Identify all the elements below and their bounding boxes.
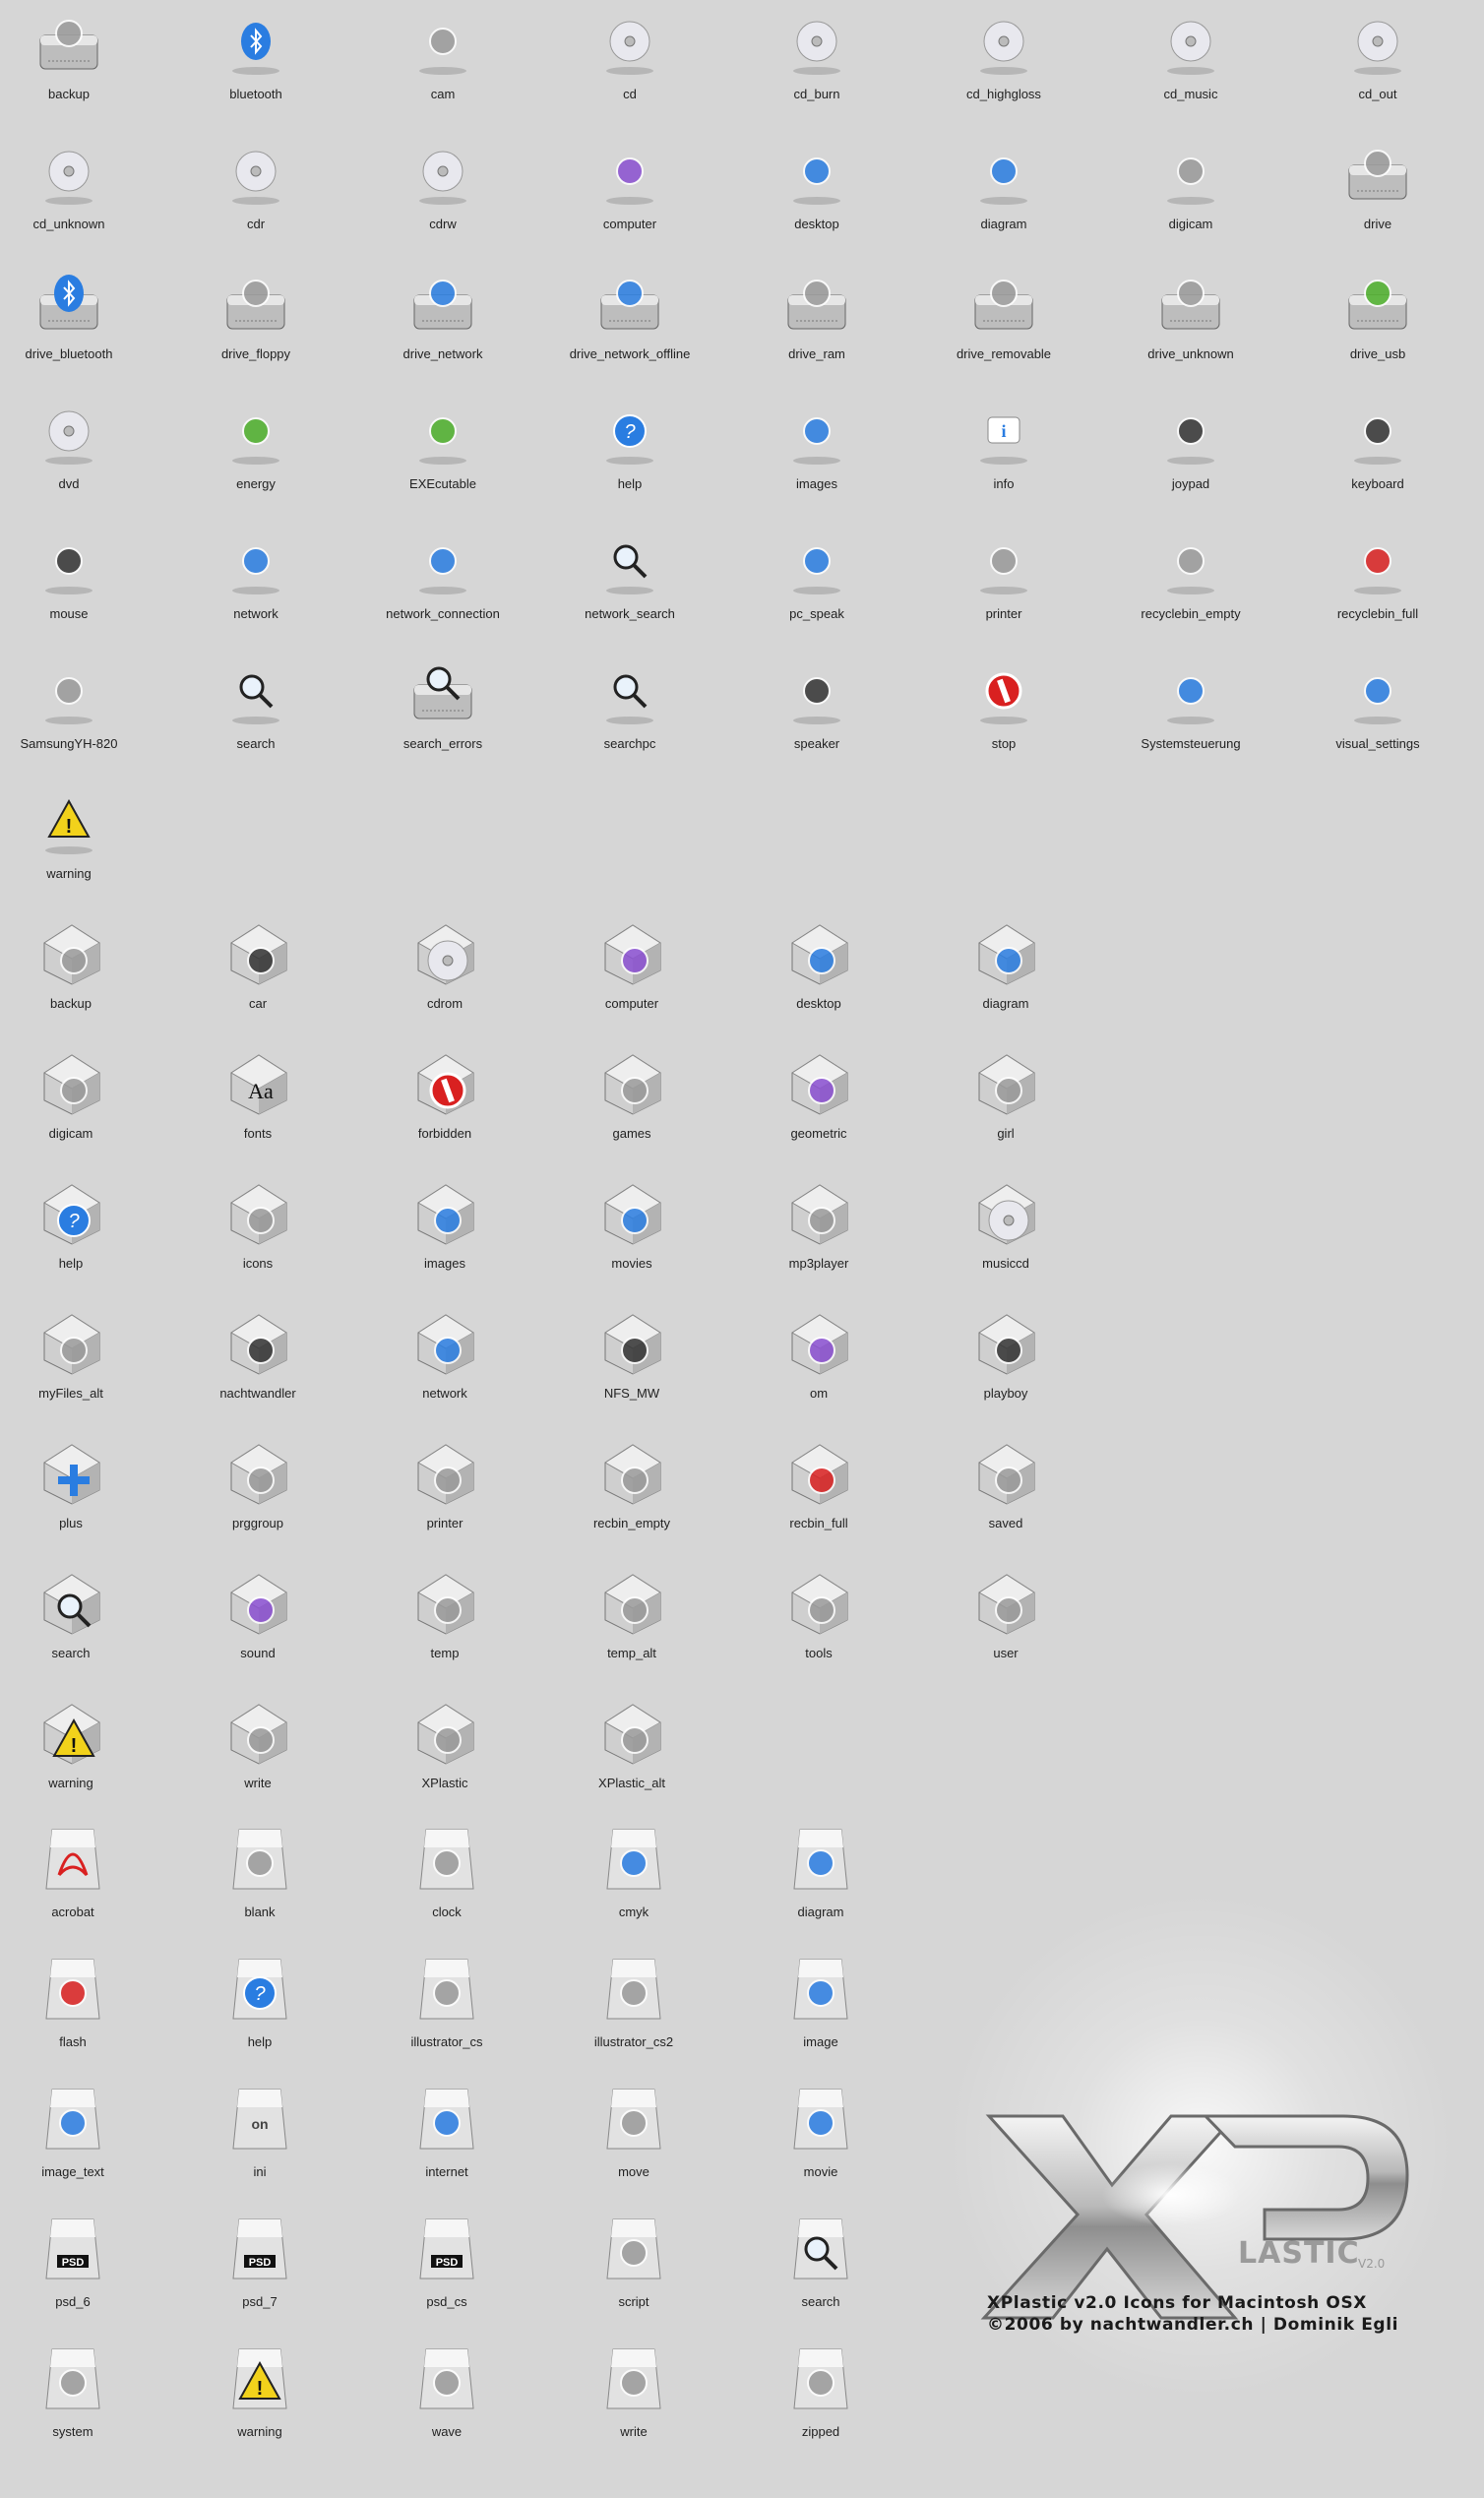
internet-icon: [410, 2084, 483, 2156]
flash-icon: [36, 1954, 109, 2027]
movie-icon: [784, 2084, 857, 2156]
file-item[interactable]: image_text: [0, 2080, 159, 2202]
file-item[interactable]: clock: [360, 1820, 533, 1942]
file-label: illustrator_cs2: [593, 2034, 674, 2049]
file-item[interactable]: image: [734, 1950, 907, 2072]
zipped-icon: [784, 2343, 857, 2416]
file-label: clock: [432, 1905, 462, 1919]
search-icon: [784, 2214, 857, 2286]
file-label: warning: [237, 2424, 282, 2439]
file-item[interactable]: write: [547, 2340, 720, 2462]
file-item[interactable]: cmyk: [547, 1820, 720, 1942]
file-item[interactable]: blank: [173, 1820, 346, 1942]
svg-text:?: ?: [254, 1983, 266, 2005]
file-label: acrobat: [51, 1905, 94, 1919]
file-label: move: [618, 2164, 649, 2179]
file-item[interactable]: ? help: [173, 1950, 346, 2072]
image-text-icon: [36, 2084, 109, 2156]
file-item[interactable]: wave: [360, 2340, 533, 2462]
file-label: psd_7: [242, 2294, 278, 2309]
file-label: script: [618, 2294, 649, 2309]
file-item[interactable]: PSD psd_6: [0, 2210, 159, 2332]
file-label: blank: [244, 1905, 276, 1919]
file-label: psd_cs: [426, 2294, 467, 2309]
file-item[interactable]: diagram: [734, 1820, 907, 1942]
xplastic-logo: [980, 2114, 1409, 2320]
file-label: write: [620, 2424, 648, 2439]
file-item[interactable]: on ini: [173, 2080, 346, 2202]
file-item[interactable]: script: [547, 2210, 720, 2332]
system-icon: [36, 2343, 109, 2416]
illustrator-cs-icon: [410, 1954, 483, 2027]
write-icon: [597, 2343, 670, 2416]
file-item[interactable]: PSD psd_7: [173, 2210, 346, 2332]
wave-icon: [410, 2343, 483, 2416]
file-label: zipped: [801, 2424, 840, 2439]
svg-text:PSD: PSD: [436, 2257, 459, 2269]
file-item[interactable]: PSD psd_cs: [360, 2210, 533, 2332]
psd-cs-icon: PSD: [410, 2214, 483, 2286]
file-label: internet: [425, 2164, 468, 2179]
file-item[interactable]: zipped: [734, 2340, 907, 2462]
brand-credit: ©2006 by nachtwandler.ch | Dominik Egli: [987, 2315, 1399, 2335]
logo-version: V2.0: [1358, 2257, 1386, 2271]
file-label: cmyk: [618, 1905, 649, 1919]
file-item[interactable]: system: [0, 2340, 159, 2462]
file-label: diagram: [797, 1905, 844, 1919]
file-item[interactable]: acrobat: [0, 1820, 159, 1942]
file-label: image: [803, 2034, 838, 2049]
file-item[interactable]: illustrator_cs: [360, 1950, 533, 2072]
brand-title: XPlastic v2.0 Icons for Macintosh OSX: [987, 2293, 1367, 2313]
svg-text:PSD: PSD: [62, 2257, 85, 2269]
file-label: wave: [431, 2424, 463, 2439]
clock-icon: [410, 1824, 483, 1897]
illustrator-cs2-icon: [597, 1954, 670, 2027]
file-item[interactable]: movie: [734, 2080, 907, 2202]
psd-7-icon: PSD: [223, 2214, 296, 2286]
ini-icon: on: [223, 2084, 296, 2156]
help-icon: ?: [223, 1954, 296, 2027]
psd-6-icon: PSD: [36, 2214, 109, 2286]
svg-text:!: !: [257, 2378, 264, 2400]
file-item[interactable]: flash: [0, 1950, 159, 2072]
file-item[interactable]: ! warning: [173, 2340, 346, 2462]
blank-icon: [223, 1824, 296, 1897]
file-label: psd_6: [55, 2294, 91, 2309]
acrobat-icon: [36, 1824, 109, 1897]
file-label: flash: [59, 2034, 87, 2049]
svg-text:PSD: PSD: [249, 2257, 272, 2269]
file-label: movie: [803, 2164, 838, 2179]
warning-icon: !: [223, 2343, 296, 2416]
move-icon: [597, 2084, 670, 2156]
file-label: search: [801, 2294, 840, 2309]
file-item[interactable]: search: [734, 2210, 907, 2332]
file-label: system: [52, 2424, 93, 2439]
script-icon: [597, 2214, 670, 2286]
file-label: illustrator_cs: [410, 2034, 483, 2049]
file-item[interactable]: internet: [360, 2080, 533, 2202]
file-label: ini: [253, 2164, 267, 2179]
svg-text:on: on: [251, 2116, 268, 2132]
file-label: image_text: [41, 2164, 104, 2179]
image-icon: [784, 1954, 857, 2027]
file-label: help: [247, 2034, 273, 2049]
diagram-icon: [784, 1824, 857, 1897]
cmyk-icon: [597, 1824, 670, 1897]
file-item[interactable]: move: [547, 2080, 720, 2202]
logo-suffix: LASTIC: [1238, 2236, 1360, 2271]
file-item[interactable]: illustrator_cs2: [547, 1950, 720, 2072]
